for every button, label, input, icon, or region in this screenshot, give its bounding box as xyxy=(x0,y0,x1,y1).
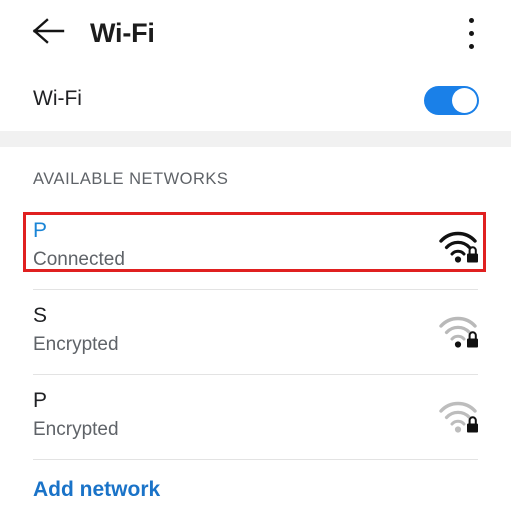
network-list: P Connected S Encrypted P Encrypted xyxy=(0,205,511,460)
overflow-dot xyxy=(468,30,474,36)
add-network-button[interactable]: Add network xyxy=(33,476,160,504)
list-item[interactable]: S Encrypted xyxy=(0,290,511,375)
overflow-dot xyxy=(468,17,474,23)
network-ssid: P xyxy=(33,389,48,412)
network-status: Connected xyxy=(33,249,125,270)
back-button[interactable] xyxy=(24,10,74,56)
network-ssid: P xyxy=(33,219,48,242)
row-divider xyxy=(33,459,478,460)
app-bar: Wi-Fi xyxy=(0,0,511,66)
available-networks-header: AVAILABLE NETWORKS xyxy=(33,170,229,188)
wifi-toggle-switch[interactable] xyxy=(424,86,479,115)
network-status: Encrypted xyxy=(33,419,119,440)
network-ssid: S xyxy=(33,304,48,327)
toggle-knob xyxy=(452,88,477,113)
wifi-lock-icon xyxy=(438,228,484,266)
page-title: Wi-Fi xyxy=(90,18,155,48)
wifi-lock-icon xyxy=(438,398,484,436)
wifi-settings-screen: Wi-Fi Wi-Fi AVAILABLE NETWORKS P Connect… xyxy=(0,0,511,512)
list-item[interactable]: P Connected xyxy=(0,205,511,290)
back-arrow-icon xyxy=(32,16,66,51)
network-text-block: S Encrypted xyxy=(33,302,119,358)
wifi-lock-icon xyxy=(438,313,484,351)
network-status: Encrypted xyxy=(33,334,119,355)
more-vertical-icon[interactable] xyxy=(451,10,491,56)
network-text-block: P Encrypted xyxy=(33,387,119,443)
wifi-toggle-label: Wi-Fi xyxy=(33,87,82,110)
network-text-block: P Connected xyxy=(33,217,125,273)
section-separator-band xyxy=(0,131,511,147)
list-item[interactable]: P Encrypted xyxy=(0,375,511,460)
overflow-dot xyxy=(468,43,474,49)
